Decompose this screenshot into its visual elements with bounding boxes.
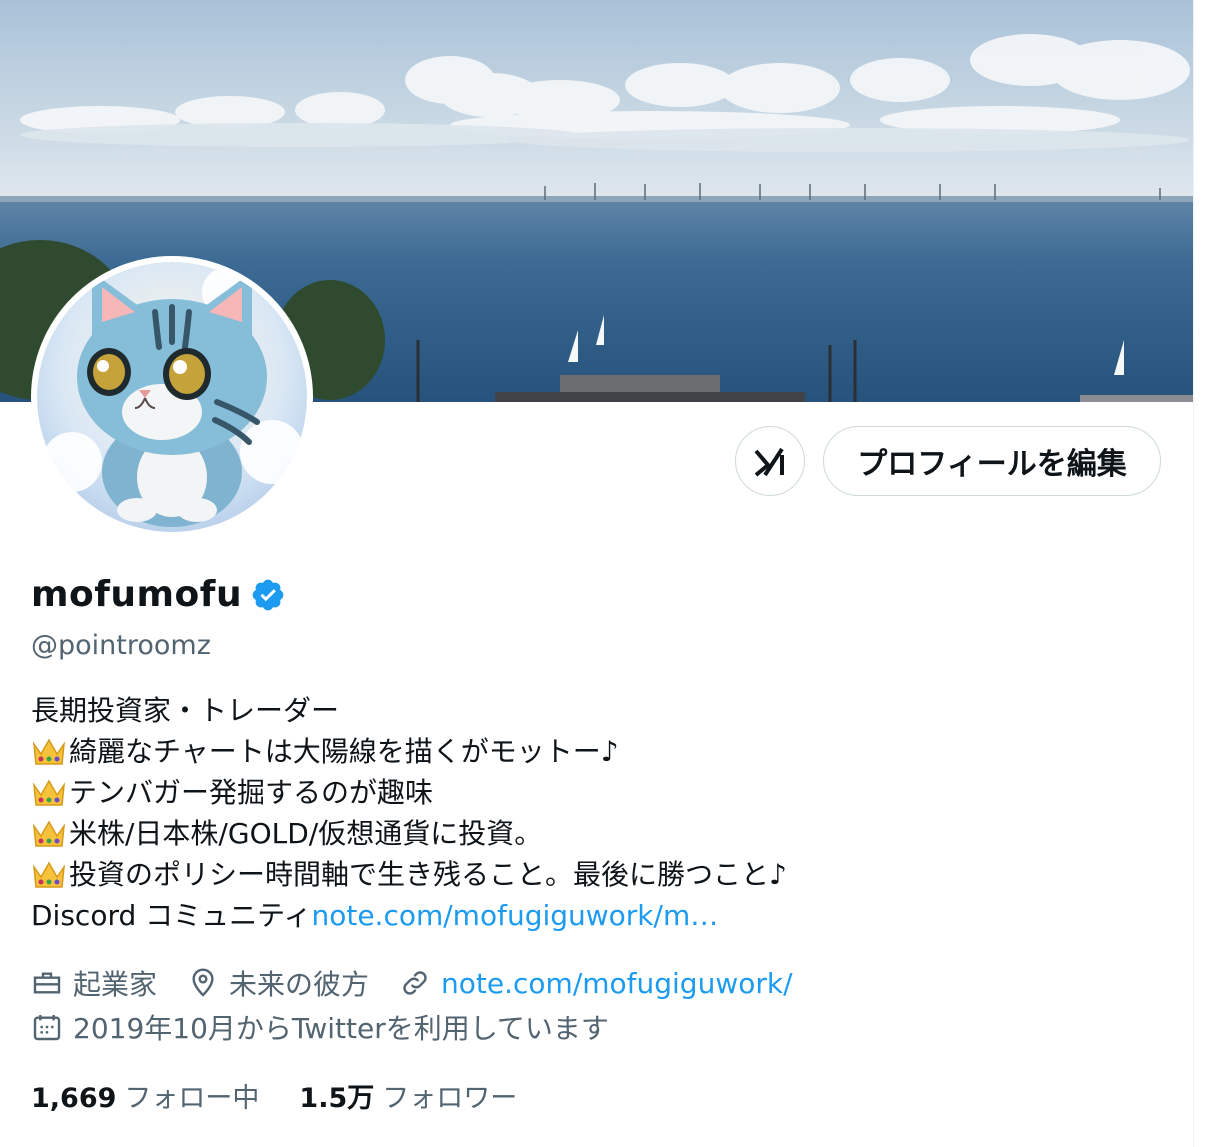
bio-line: 投資のポリシー時間軸で生き残ること。最後に勝つこと♪	[31, 854, 1161, 895]
name-row: mofumofu	[31, 574, 286, 615]
link-icon	[403, 971, 427, 995]
profile-page: プロフィールを編集 mofumofu @pointroomz 長期投資家・トレー…	[0, 0, 1194, 1147]
handle: @pointroomz	[31, 630, 211, 661]
website-link[interactable]: note.com/mofugiguwork/	[441, 967, 793, 1000]
followers-label: フォロワー	[382, 1083, 518, 1114]
grok-button[interactable]	[735, 426, 805, 496]
bio-line: 綺麗なチャートは大陽線を描くがモットー♪	[31, 731, 1161, 772]
bio-line: テンバガー発掘するのが趣味	[31, 772, 1161, 813]
briefcase-icon	[33, 972, 61, 994]
crown-emoji-icon	[32, 737, 66, 765]
location-text: 未来の彼方	[229, 968, 370, 1001]
meta-row: 2019年10月からTwitterを利用しています	[31, 1006, 823, 1048]
bio-text: 綺麗なチャートは大陽線を描くがモットー♪	[69, 735, 619, 768]
crown-emoji-icon	[32, 819, 66, 847]
calendar-icon	[33, 1015, 61, 1041]
following-count: 1,669	[31, 1083, 117, 1114]
bio-text: 米株/日本株/GOLD/仮想通貨に投資。	[69, 817, 543, 850]
meta-row: 起業家 未来の彼方 note.com/mofugiguwork/	[31, 962, 823, 1004]
followers-stat[interactable]: 1.5万 フォロワー	[299, 1076, 517, 1115]
follow-stats: 1,669 フォロー中 1.5万 フォロワー	[31, 1076, 557, 1115]
location-item: 未来の彼方	[187, 963, 369, 1003]
bio-text: 投資のポリシー時間軸で生き残ること。最後に勝つこと♪	[69, 858, 787, 891]
display-name: mofumofu	[31, 574, 243, 615]
website-item: note.com/mofugiguwork/	[399, 967, 793, 1000]
verified-badge-icon[interactable]	[250, 577, 286, 613]
profession-text: 起業家	[73, 968, 158, 1001]
joined-item: 2019年10月からTwitterを利用しています	[31, 1007, 609, 1047]
following-label: フォロー中	[124, 1083, 260, 1114]
avatar-image	[37, 262, 307, 532]
bio: 長期投資家・トレーダー 綺麗なチャートは大陽線を描くがモットー♪ テンバガー発掘…	[31, 690, 1161, 936]
joined-text: 2019年10月からTwitterを利用しています	[73, 1012, 609, 1045]
grok-icon	[754, 447, 784, 477]
crown-emoji-icon	[32, 860, 66, 888]
avatar[interactable]	[31, 256, 313, 538]
profile-meta: 起業家 未来の彼方 note.com/mofugiguwork/ 2019年10…	[31, 962, 823, 1048]
profession-item: 起業家	[31, 963, 157, 1003]
bio-line: Discord コミュニティ note.com/mofugiguwork/m…	[31, 895, 1161, 936]
bio-link[interactable]: note.com/mofugiguwork/m…	[311, 895, 718, 936]
bio-text: 長期投資家・トレーダー	[31, 694, 340, 727]
location-pin-icon	[192, 968, 214, 997]
following-stat[interactable]: 1,669 フォロー中	[31, 1076, 259, 1115]
bio-line: 米株/日本株/GOLD/仮想通貨に投資。	[31, 813, 1161, 854]
bio-text: Discord コミュニティ	[31, 899, 312, 932]
bio-text: テンバガー発掘するのが趣味	[69, 776, 434, 809]
bio-line: 長期投資家・トレーダー	[31, 690, 1161, 731]
edit-profile-button[interactable]: プロフィールを編集	[823, 426, 1161, 496]
crown-emoji-icon	[32, 778, 66, 806]
followers-count: 1.5万	[299, 1083, 375, 1114]
